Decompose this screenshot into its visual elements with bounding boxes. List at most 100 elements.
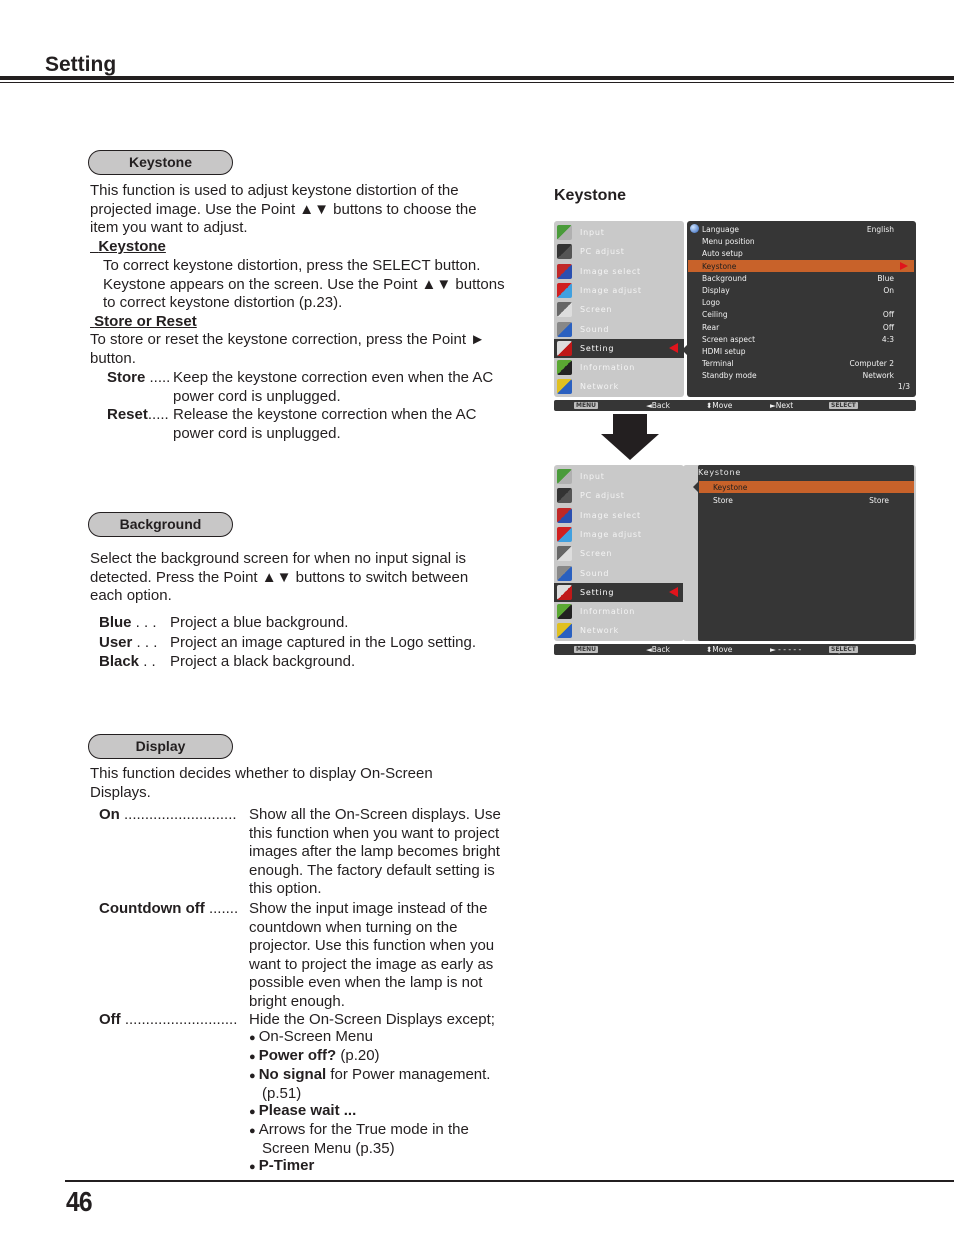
osd-setting-row-language[interactable]: Language English <box>688 223 914 235</box>
bullet-icon: ● <box>249 1051 259 1063</box>
option-term: Countdown off ....... <box>99 900 238 919</box>
off-exception-list: ● On-Screen Menu ● Power off? (p.20) ● No … <box>249 1028 519 1176</box>
osd-menu-item-image-adjust[interactable]: Image adjust <box>554 525 684 544</box>
osd-setting-row-hdmi-setup[interactable]: HDMI setup <box>688 345 914 357</box>
osd-menu-item-image-select[interactable]: Image select <box>554 506 684 525</box>
leader-dots: ..... <box>145 369 171 386</box>
image-select-icon <box>557 507 572 523</box>
setting-icon <box>557 340 572 356</box>
osd-row-label: Language <box>702 225 740 234</box>
osd-menu-label: Information <box>580 607 636 617</box>
bullet-icon: ● <box>249 1070 259 1082</box>
osd-setting-row-screen-aspect[interactable]: Screen aspect 4:3 <box>688 333 914 345</box>
background-intro: Select the background screen for when no… <box>90 550 469 604</box>
option-term: User . . . <box>99 634 157 653</box>
osd-row-label: Logo <box>702 298 720 308</box>
bullet-text: (p.20) <box>336 1047 380 1064</box>
option-term: Store ..... <box>107 369 170 388</box>
osd-menu-item-pc-adjust[interactable]: PC adjust <box>554 242 684 261</box>
osd-menu-item-pc-adjust[interactable]: PC adjust <box>554 486 684 505</box>
osd-setting-row-terminal[interactable]: Terminal Computer 2 <box>688 357 914 369</box>
osd-menu-label: Input <box>580 228 605 237</box>
osd-menu-item-network[interactable]: Network <box>554 377 684 396</box>
guide-next: ►Next <box>770 401 793 410</box>
guide-exit: MENUExit <box>574 645 598 654</box>
leader-dots: ....... <box>204 900 239 917</box>
osd-row-label: Standby mode <box>702 371 757 381</box>
osd-keystone-row-store[interactable]: Store Store <box>699 494 914 506</box>
osd-menu-label: Screen <box>580 305 613 315</box>
osd-menu-item-information[interactable]: Information <box>554 602 684 621</box>
option-term: Blue . . . <box>99 614 157 633</box>
option-desc: Project a black background. <box>170 653 356 670</box>
osd-menu-label: Input <box>580 472 605 481</box>
osd-setting-row-logo[interactable]: Logo <box>688 296 914 308</box>
footer-rule <box>65 1180 954 1182</box>
leader-dots: . . . <box>131 614 157 631</box>
osd-row-label: Keystone <box>713 483 748 492</box>
osd-menu-item-setting[interactable]: Setting <box>554 338 684 358</box>
select-key-icon: SELECT <box>829 402 858 409</box>
osd-setting-row-rear[interactable]: Rear Off <box>688 321 914 333</box>
osd-menu-setting: Input PC adjust Image select Image adjust Sc… <box>554 221 916 411</box>
option-term: Off ........................... <box>99 1011 237 1030</box>
osd-row-label: Store <box>713 495 733 505</box>
image-adjust-icon <box>557 526 572 542</box>
osd-menu-item-image-select[interactable]: Image select <box>554 262 684 281</box>
osd-menu-label: Sound <box>580 568 610 578</box>
option-term-label: User <box>99 634 133 651</box>
osd-menu-item-screen[interactable]: Screen <box>554 544 684 563</box>
guide-next-label: ► - - - - - <box>770 645 802 654</box>
osd-setting-row-standby-mode[interactable]: Standby mode Network <box>688 369 914 381</box>
osd-menu-item-input[interactable]: Input <box>554 467 684 486</box>
option-desc: Keep the keystone correction even when t… <box>173 369 494 405</box>
option-term-label: Blue <box>99 614 132 631</box>
osd-menu-label: Setting <box>580 343 615 353</box>
bullet-item: ● Arrows for the True mode in the Screen… <box>249 1121 519 1157</box>
osd-row-label: Background <box>702 273 747 283</box>
osd-menu-item-network[interactable]: Network <box>554 621 684 640</box>
guide-back: ◄Back <box>646 645 670 654</box>
bullet-bold: Please wait ... <box>258 1102 357 1119</box>
leader-dots: ..... <box>147 406 169 423</box>
section-pill-display: Display <box>88 734 233 759</box>
osd-setting-row-keystone[interactable]: Keystone <box>688 259 914 272</box>
osd-menu-item-sound[interactable]: Sound <box>554 320 684 339</box>
network-icon <box>557 379 572 395</box>
bullet-bold: P-Timer <box>258 1157 315 1174</box>
osd-setting-row-auto-setup[interactable]: Auto setup <box>688 247 914 259</box>
store-reset-text: To store or reset the keystone correctio… <box>90 331 486 367</box>
section-pill-keystone: Keystone <box>88 150 233 175</box>
osd-row-value: Off <box>882 310 894 320</box>
input-icon <box>557 469 572 484</box>
option-desc: Release the keystone correction when the… <box>173 406 477 442</box>
page-title: Setting <box>45 53 117 76</box>
osd-menu-item-image-adjust[interactable]: Image adjust <box>554 281 684 300</box>
osd-menu-item-sound[interactable]: Sound <box>554 564 684 583</box>
leader-dots: ........................... <box>120 1011 238 1028</box>
bullet-item: ● On-Screen Menu <box>249 1028 519 1047</box>
osd-row-label: HDMI setup <box>702 347 746 356</box>
bullet-icon: ● <box>249 1125 259 1137</box>
guide-select: SELECTAdjust <box>829 645 858 654</box>
guide-exit: MENUExit <box>574 401 598 410</box>
option-desc: Hide the On-Screen Displays except; <box>249 1011 495 1028</box>
osd-menu-item-screen[interactable]: Screen <box>554 300 684 319</box>
osd-keystone-row-keystone[interactable]: Keystone <box>699 481 914 493</box>
pc-adjust-icon <box>557 244 572 260</box>
osd-row-value: Off <box>882 322 894 332</box>
osd-panel: Language English Menu position Auto setup Ke… <box>682 221 916 397</box>
osd-setting-row-display[interactable]: Display On <box>688 284 914 296</box>
guide-next: ► - - - - - <box>770 645 801 654</box>
option-term-label: Reset <box>107 406 148 423</box>
bullet-text: On-Screen Menu <box>258 1028 373 1045</box>
keystone-intro: This function is used to adjust keystone… <box>90 182 477 236</box>
guide-move: ⬍Move <box>706 645 732 654</box>
osd-menu-item-setting[interactable]: Setting <box>554 582 684 602</box>
osd-setting-row-menu-position[interactable]: Menu position <box>688 235 914 247</box>
osd-setting-row-ceiling[interactable]: Ceiling Off <box>688 308 914 320</box>
osd-setting-row-background[interactable]: Background Blue <box>688 272 914 284</box>
osd-menu-item-information[interactable]: Information <box>554 358 684 377</box>
osd-menu-item-input[interactable]: Input <box>554 223 684 242</box>
osd-panel: Keystone Keystone Store Store <box>683 465 916 641</box>
